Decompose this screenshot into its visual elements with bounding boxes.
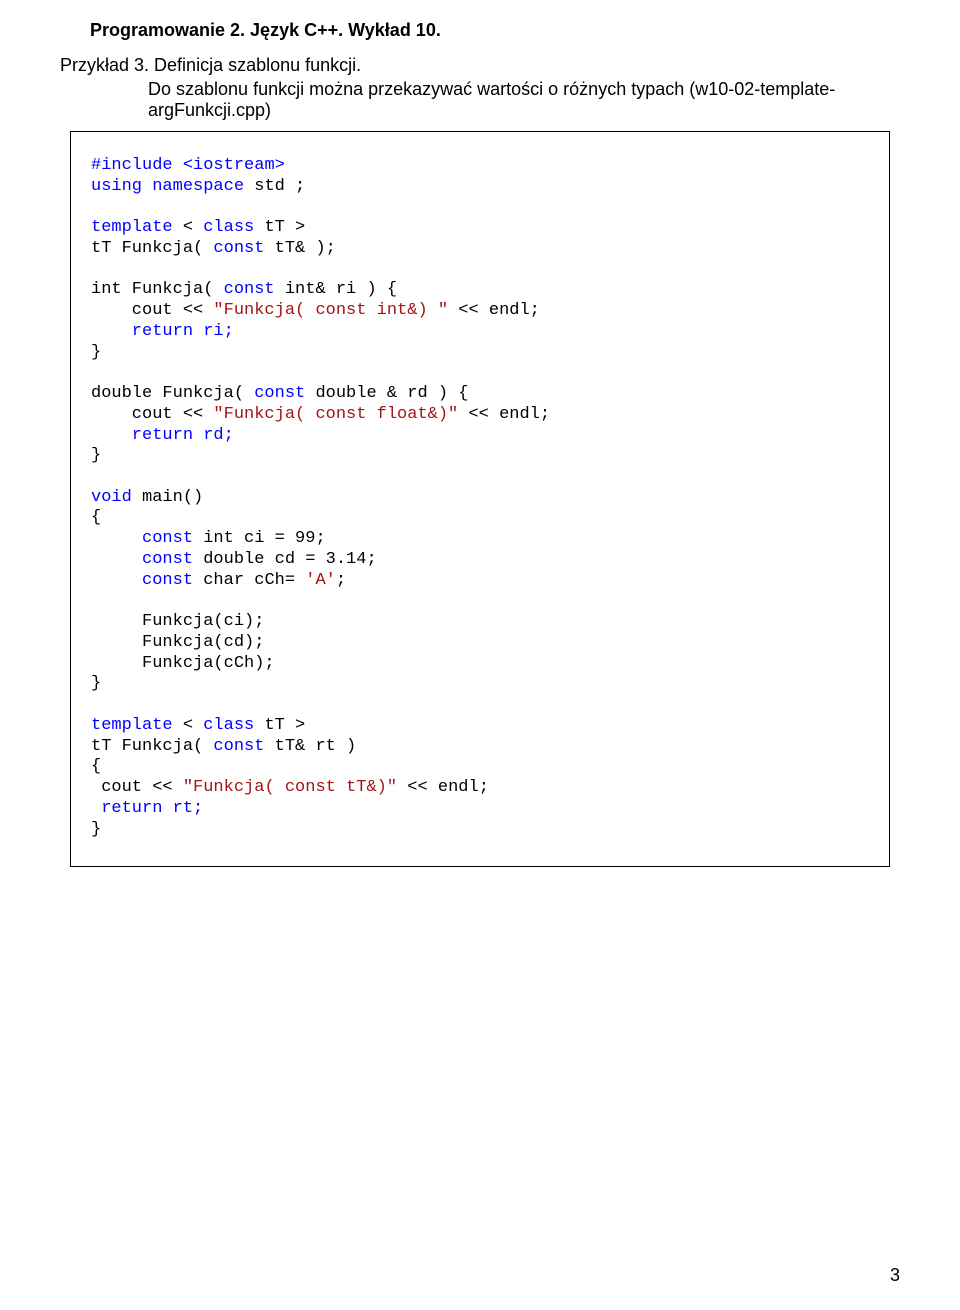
- example-title: Definicja szablonu funkcji.: [154, 55, 361, 75]
- code-token: int& ri ) {: [275, 280, 397, 299]
- code-token: << endl;: [448, 301, 540, 320]
- code-token: const: [142, 571, 193, 590]
- code-token: "Funkcja( const int&) ": [213, 301, 448, 320]
- code-token: tT& rt ): [264, 737, 356, 756]
- code-token: tT Funkcja(: [91, 239, 213, 258]
- example-description: Do szablonu funkcji można przekazywać wa…: [148, 79, 900, 121]
- code-token: void: [91, 488, 132, 507]
- code-token: template: [91, 218, 173, 237]
- code-token: {: [91, 757, 101, 776]
- code-token: Funkcja(ci);: [91, 612, 264, 631]
- example-prefix: Przykład 3.: [60, 55, 154, 75]
- code-token: const: [142, 550, 193, 569]
- code-token: double Funkcja(: [91, 384, 254, 403]
- code-token: double & rd ) {: [305, 384, 468, 403]
- code-token: }: [91, 820, 101, 839]
- code-token: return ri;: [91, 322, 234, 341]
- page-number: 3: [890, 1265, 900, 1286]
- code-token: [91, 550, 142, 569]
- code-token: }: [91, 674, 101, 693]
- code-token: tT >: [254, 218, 305, 237]
- code-token: class: [203, 218, 254, 237]
- code-token: template: [91, 716, 173, 735]
- code-token: tT >: [254, 716, 305, 735]
- code-token: "Funkcja( const tT&)": [183, 778, 397, 797]
- code-token: std ;: [244, 177, 305, 196]
- code-token: << endl;: [397, 778, 489, 797]
- code-token: const: [213, 737, 264, 756]
- example-label: Przykład 3. Definicja szablonu funkcji.: [60, 55, 900, 76]
- page-header: Programowanie 2. Język C++. Wykład 10.: [90, 20, 900, 41]
- code-token: [91, 529, 142, 548]
- code-token: "Funkcja( const float&)": [213, 405, 458, 424]
- code-token: class: [203, 716, 254, 735]
- code-token: << endl;: [458, 405, 550, 424]
- code-token: <: [173, 716, 204, 735]
- code-token: {: [91, 508, 101, 527]
- code-token: using: [91, 177, 142, 196]
- code-token: cout <<: [91, 778, 183, 797]
- code-token: const: [224, 280, 275, 299]
- code-token: tT Funkcja(: [91, 737, 213, 756]
- code-token: ;: [336, 571, 346, 590]
- code-token: double cd = 3.14;: [193, 550, 377, 569]
- code-token: cout <<: [91, 405, 213, 424]
- code-token: int ci = 99;: [193, 529, 326, 548]
- code-token: char cCh=: [193, 571, 305, 590]
- code-token: namespace: [152, 177, 244, 196]
- code-token: <iostream>: [183, 156, 285, 175]
- code-token: [91, 571, 142, 590]
- code-token: cout <<: [91, 301, 213, 320]
- code-token: tT& );: [264, 239, 335, 258]
- code-token: int Funkcja(: [91, 280, 224, 299]
- code-token: return rt;: [91, 799, 203, 818]
- code-listing: #include <iostream> using namespace std …: [70, 131, 890, 867]
- code-token: }: [91, 446, 101, 465]
- code-token: const: [254, 384, 305, 403]
- code-token: main(): [132, 488, 203, 507]
- code-token: const: [142, 529, 193, 548]
- code-token: return rd;: [91, 426, 234, 445]
- code-token: #include: [91, 156, 183, 175]
- code-token: Funkcja(cd);: [91, 633, 264, 652]
- code-token: Funkcja(cCh);: [91, 654, 275, 673]
- page: Programowanie 2. Język C++. Wykład 10. P…: [0, 0, 960, 1310]
- code-token: const: [213, 239, 264, 258]
- code-token: 'A': [305, 571, 336, 590]
- code-token: }: [91, 343, 101, 362]
- code-token: <: [173, 218, 204, 237]
